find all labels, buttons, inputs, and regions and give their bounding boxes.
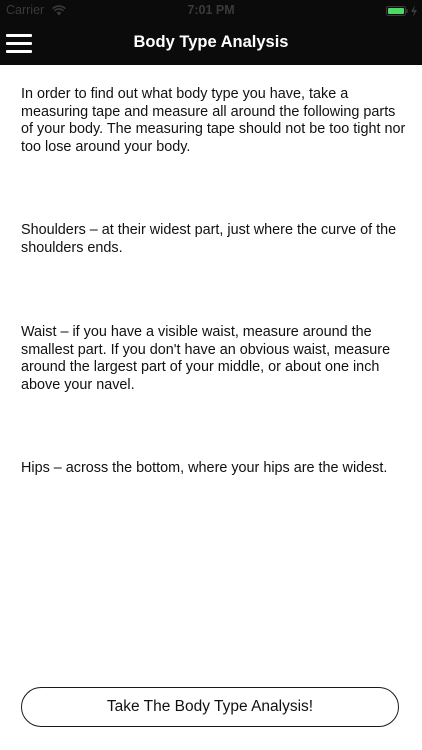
status-clock: 7:01 PM [187,3,235,17]
charging-icon [411,5,417,17]
page-title: Body Type Analysis [133,33,289,51]
take-analysis-button[interactable]: Take The Body Type Analysis! [21,687,399,727]
intro-paragraph: In order to find out what body type you … [21,86,406,156]
app-screen: Carrier 7:01 PM Body Type Analysis In or… [0,0,422,750]
waist-paragraph: Waist – if you have a visible waist, mea… [21,324,391,394]
hips-paragraph: Hips – across the bottom, where your hip… [21,460,388,476]
navigation-bar: Carrier 7:01 PM Body Type Analysis [0,0,422,65]
status-bar: Carrier 7:01 PM [0,0,422,22]
battery-icon [386,6,408,16]
shoulders-paragraph: Shoulders – at their widest part, just w… [21,222,397,256]
